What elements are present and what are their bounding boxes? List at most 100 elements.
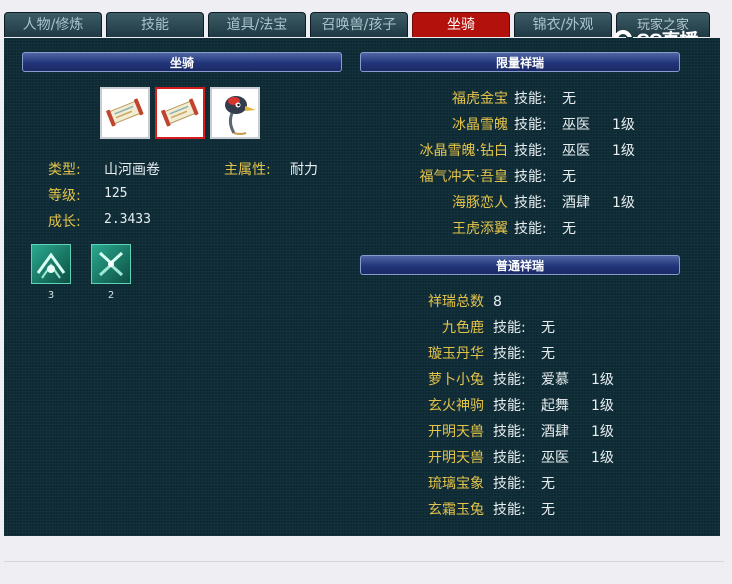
skill-name: 无 (541, 502, 555, 518)
normal-skill: 技能: 无 (493, 500, 693, 520)
skill-name: 无 (541, 476, 555, 492)
normal-row: 玄霜玉兔 (384, 500, 484, 520)
normal-name: 开明天兽 (428, 450, 484, 466)
limited-row: 王虎添翼 (384, 219, 508, 239)
growth-value: 2.3433 (104, 212, 151, 227)
tab-outfits[interactable]: 锦衣/外观 (514, 12, 612, 37)
limited-name: 海豚恋人 (452, 195, 508, 211)
normal-name: 萝卜小兔 (428, 372, 484, 388)
skill-label: 技能: (493, 398, 526, 414)
skill-level: 1级 (591, 424, 614, 440)
limited-name: 冰晶雪魄 (452, 117, 508, 133)
skill-label: 技能: (514, 195, 547, 211)
mount-header: 坐骑 (22, 52, 342, 72)
scroll-icon (106, 98, 144, 127)
skill-level: 1级 (591, 372, 614, 388)
skill-label: 技能: (493, 450, 526, 466)
normal-header: 普通祥瑞 (360, 255, 680, 275)
skill-name: 无 (562, 169, 576, 185)
total-label: 祥瑞总数 (428, 294, 484, 310)
limited-row: 海豚恋人 (384, 193, 508, 213)
type-label: 类型: (48, 162, 81, 178)
normal-row: 开明天兽 (384, 448, 484, 468)
tab-items[interactable]: 道具/法宝 (208, 12, 306, 37)
limited-skill: 技能: 无 (514, 167, 714, 187)
limited-skill: 技能: 巫医 1级 (514, 115, 714, 135)
skill-name: 巫医 (562, 117, 590, 133)
limited-name: 王虎添翼 (452, 221, 508, 237)
normal-skill: 技能: 起舞 1级 (493, 396, 693, 416)
normal-skill: 技能: 无 (493, 344, 693, 364)
normal-skill: 技能: 爱慕 1级 (493, 370, 693, 390)
skill-level: 1级 (612, 143, 635, 159)
mount-skill-icon (98, 251, 124, 277)
skill-name: 酒肆 (562, 195, 590, 211)
skill-label: 技能: (514, 169, 547, 185)
skill-level: 1级 (591, 450, 614, 466)
mount-skill-2[interactable] (91, 244, 131, 284)
skill-label: 技能: (493, 346, 526, 362)
skill-name: 爱慕 (541, 372, 569, 388)
skill-name: 巫医 (562, 143, 590, 159)
skill-level: 1级 (612, 117, 635, 133)
limited-skill: 技能: 无 (514, 219, 714, 239)
skill-name: 无 (541, 346, 555, 362)
skill-level: 1级 (612, 195, 635, 211)
skill-name: 起舞 (541, 398, 569, 414)
skill-label: 技能: (514, 143, 547, 159)
limited-row: 冰晶雪魄·钻白 (384, 141, 508, 161)
tab-character[interactable]: 人物/修炼 (4, 12, 102, 37)
skill-label: 技能: (514, 221, 547, 237)
mount-skill-icon (36, 252, 66, 279)
skill-name: 无 (562, 221, 576, 237)
skill-2-count: 2 (107, 290, 115, 301)
total-value-row: 8 (493, 292, 533, 312)
limited-row: 福气冲天·吾皇 (384, 167, 508, 187)
normal-row: 开明天兽 (384, 422, 484, 442)
skill-level: 1级 (591, 398, 614, 414)
skill-1-count: 3 (47, 290, 55, 301)
limited-skill: 技能: 无 (514, 89, 714, 109)
skill-label: 技能: (514, 117, 547, 133)
limited-name: 冰晶雪魄·钻白 (419, 143, 508, 159)
normal-name: 琉璃宝象 (428, 476, 484, 492)
mount-skill-1[interactable] (31, 244, 71, 284)
normal-skill: 技能: 酒肆 1级 (493, 422, 693, 442)
mount-slot-1[interactable] (100, 87, 150, 139)
normal-skill: 技能: 巫医 1级 (493, 448, 693, 468)
normal-row: 玄火神驹 (384, 396, 484, 416)
total-value: 8 (493, 294, 502, 310)
scroll-icon (161, 98, 199, 127)
limited-skill: 技能: 酒肆 1级 (514, 193, 714, 213)
skill-label: 技能: (514, 91, 547, 107)
normal-name: 璇玉丹华 (428, 346, 484, 362)
type-value: 山河画卷 (104, 162, 160, 178)
normal-row: 璇玉丹华 (384, 344, 484, 364)
main-attr-label: 主属性: (224, 162, 271, 178)
normal-name: 玄霜玉兔 (428, 502, 484, 518)
skill-name: 巫医 (541, 450, 569, 466)
normal-row: 萝卜小兔 (384, 370, 484, 390)
normal-skill: 技能: 无 (493, 318, 693, 338)
mount-slot-3[interactable] (210, 87, 260, 139)
skill-label: 技能: (493, 424, 526, 440)
tab-mount[interactable]: 坐骑 (412, 12, 510, 37)
limited-name: 福虎金宝 (452, 91, 508, 107)
level-label: 等级: (48, 188, 81, 204)
mount-slot-2[interactable] (155, 87, 205, 139)
tab-skills[interactable]: 技能 (106, 12, 204, 37)
level-value: 125 (104, 186, 128, 201)
normal-name: 九色鹿 (442, 320, 484, 336)
limited-name: 福气冲天·吾皇 (419, 169, 508, 185)
normal-row: 九色鹿 (384, 318, 484, 338)
skill-name: 无 (562, 91, 576, 107)
skill-label: 技能: (493, 320, 526, 336)
limited-row: 冰晶雪魄 (384, 115, 508, 135)
mount-panel: 坐骑 类型: 山河画卷 主属性: 耐力 等级: 125 成长: 2.3433 3… (4, 38, 720, 536)
skill-label: 技能: (493, 502, 526, 518)
limited-skill: 技能: 巫医 1级 (514, 141, 714, 161)
total-label-row: 祥瑞总数 (384, 292, 484, 312)
skill-name: 无 (541, 320, 555, 336)
skill-name: 酒肆 (541, 424, 569, 440)
tab-summons[interactable]: 召唤兽/孩子 (310, 12, 408, 37)
